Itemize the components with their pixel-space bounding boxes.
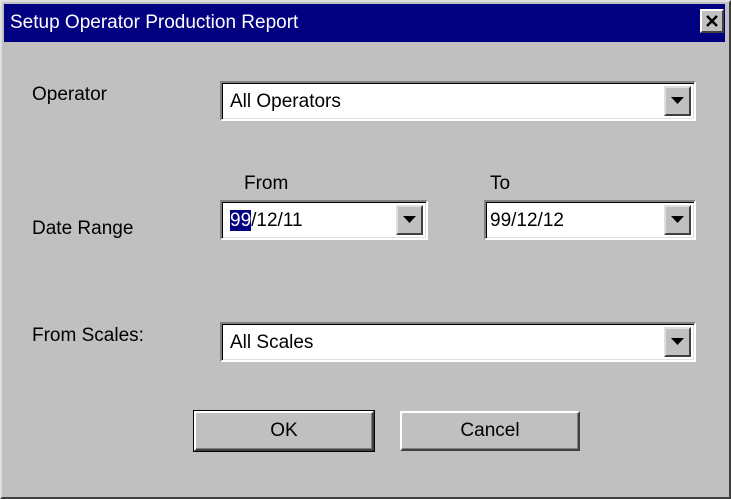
scales-dropdown[interactable]: All Scales (220, 322, 696, 362)
chevron-down-icon (403, 216, 416, 223)
from-date-rest: /12/11 (251, 210, 303, 231)
chevron-down-icon (671, 216, 684, 223)
to-date-dropdown-button[interactable] (664, 205, 691, 235)
chevron-down-icon (671, 97, 684, 104)
from-date-dropdown-button[interactable] (396, 205, 423, 235)
close-icon (706, 15, 718, 27)
dialog-window: Setup Operator Production Report Operato… (0, 0, 731, 499)
operator-dropdown[interactable]: All Operators (220, 81, 696, 121)
date-range-label: Date Range (32, 218, 134, 239)
to-label: To (490, 173, 511, 194)
ok-button[interactable]: OK (193, 410, 375, 452)
scales-dropdown-button[interactable] (664, 327, 691, 357)
operator-dropdown-button[interactable] (664, 86, 691, 116)
window-title: Setup Operator Production Report (10, 12, 299, 33)
from-label: From (244, 173, 289, 194)
scales-label: From Scales: (32, 325, 144, 346)
operator-label: Operator (32, 84, 107, 105)
to-date-value[interactable]: 99/12/12 (490, 210, 564, 232)
scales-value: All Scales (230, 332, 314, 353)
chevron-down-icon (671, 338, 684, 345)
from-date-picker[interactable]: 99/12/11 (220, 200, 428, 240)
from-date-value[interactable]: 99/12/11 (230, 210, 303, 232)
operator-value: All Operators (230, 91, 341, 112)
cancel-button[interactable]: Cancel (400, 411, 580, 451)
title-bar[interactable]: Setup Operator Production Report (4, 4, 725, 42)
to-date-picker[interactable]: 99/12/12 (484, 200, 696, 240)
close-button[interactable] (700, 9, 724, 33)
from-date-year-selection: 99 (230, 210, 252, 231)
